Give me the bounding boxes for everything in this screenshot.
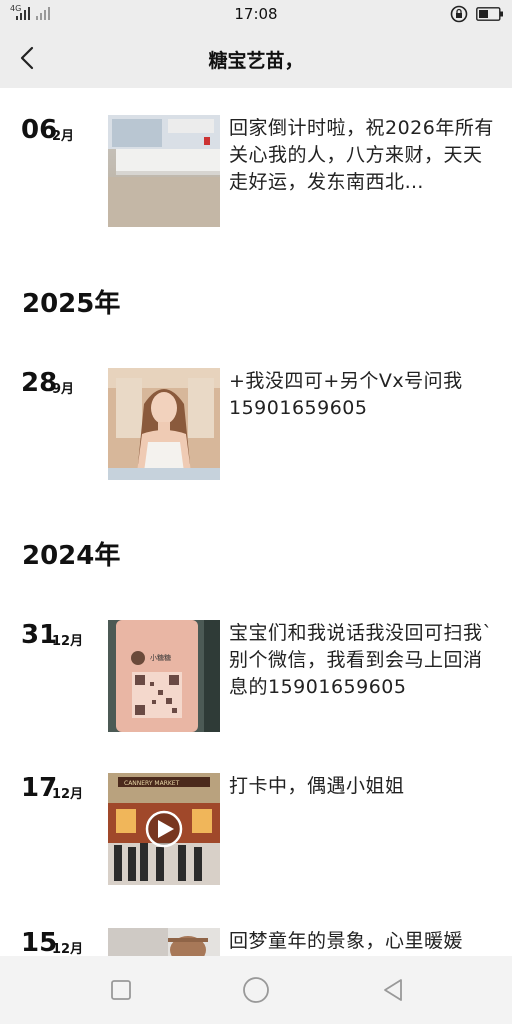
post-text: +我没四可+另个Vx号问我15901659605: [229, 370, 463, 419]
post-month: 9月: [52, 382, 75, 397]
qr-code-photo: 小糖糖: [108, 620, 220, 732]
post-text: 打卡中，偶遇小姐姐: [229, 775, 405, 797]
recent-apps-button[interactable]: [105, 974, 137, 1006]
qr-caption: 小糖糖: [150, 653, 171, 662]
clock: 17:08: [234, 5, 278, 23]
timeline-post[interactable]: 31 12月 小糖糖 宝宝们和我说话我没回可扫我`别个微信，我看到会马上回消息的…: [0, 620, 512, 732]
timeline-post[interactable]: 15 12月 回梦童年的景象，心里暖媛: [0, 928, 512, 956]
lock-rotation-icon: [450, 5, 468, 23]
portrait-photo: [108, 368, 220, 480]
post-month: 2月: [52, 129, 75, 144]
post-thumbnail[interactable]: [108, 115, 220, 227]
post-thumbnail[interactable]: CANNERY MARKET: [108, 773, 220, 885]
market-sign: CANNERY MARKET: [124, 780, 180, 787]
post-thumbnail[interactable]: 小糖糖: [108, 620, 220, 732]
year-heading: 2025年: [22, 289, 121, 319]
lobby-photo: [108, 115, 220, 227]
post-text: 宝宝们和我说话我没回可扫我`别个微信，我看到会马上回消息的15901659605: [229, 622, 493, 698]
post-text: 回家倒计时啦，祝2026年所有关心我的人，八方来财，天天走好运，发东南西北…: [229, 117, 494, 193]
post-month: 12月: [52, 634, 84, 649]
moments-timeline: 06 2月 回家倒计时啦，祝2026年所有关心我的人，八方来财，天天走好运，发东…: [0, 88, 512, 956]
status-bar: 4G 17:08: [0, 0, 512, 28]
page-title: 糖宝艺苗，: [208, 50, 304, 72]
back-icon: [384, 979, 402, 1001]
market-video-thumbnail: CANNERY MARKET: [108, 773, 220, 885]
home-button[interactable]: [240, 974, 272, 1006]
timeline-post[interactable]: 06 2月 回家倒计时啦，祝2026年所有关心我的人，八方来财，天天走好运，发东…: [0, 115, 512, 227]
system-back-button[interactable]: [377, 974, 409, 1006]
timeline-post[interactable]: 28 9月 +我没四可+另个Vx号问我15901659605: [0, 368, 512, 480]
post-thumbnail[interactable]: [108, 368, 220, 480]
post-month: 12月: [52, 942, 84, 956]
post-text: 回梦童年的景象，心里暖媛: [229, 930, 464, 952]
system-nav-bar: [0, 956, 512, 1024]
year-heading: 2024年: [22, 541, 121, 571]
post-thumbnail[interactable]: [108, 928, 220, 956]
top-header: 糖宝艺苗，: [0, 28, 512, 88]
recent-apps-icon: [111, 980, 131, 1000]
post-month: 12月: [52, 787, 84, 802]
home-icon: [243, 977, 269, 1003]
battery-icon: [476, 7, 503, 21]
timeline-post[interactable]: 17 12月 CANNERY MARKET 打卡中，偶遇小姐姐: [0, 773, 512, 885]
childhood-scene-photo: [108, 928, 220, 956]
